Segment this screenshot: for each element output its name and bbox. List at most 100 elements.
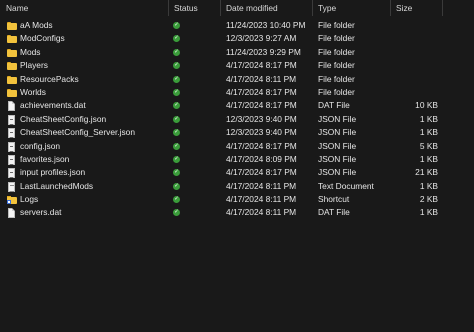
- file-name[interactable]: Logs: [20, 193, 168, 206]
- column-header-date-modified[interactable]: Date modified: [220, 0, 312, 16]
- file-type: JSON File: [318, 127, 357, 138]
- file-name[interactable]: favorites.json: [20, 153, 168, 166]
- status-check: ✓: [173, 75, 180, 83]
- folder-icon: [7, 75, 17, 85]
- status-check: ✓: [173, 22, 180, 29]
- json-file-icon: [7, 114, 17, 125]
- file-list: aA Mods ✓ 11/24/2023 10:40 PM File folder Mo…: [0, 19, 474, 220]
- file-type: JSON File: [318, 113, 357, 124]
- folder-icon: [7, 88, 17, 98]
- file-type: JSON File: [318, 167, 357, 178]
- status-check: ✓: [173, 169, 180, 177]
- column-divider[interactable]: [442, 0, 443, 16]
- file-row[interactable]: Worlds ✓ 4/17/2024 8:17 PM File folder: [0, 86, 474, 99]
- file-type: Shortcut: [318, 194, 350, 205]
- file-type: DAT File: [318, 100, 350, 111]
- file-name[interactable]: config.json: [20, 140, 168, 153]
- file-date-modified: 4/17/2024 8:17 PM: [226, 140, 297, 151]
- file-row[interactable]: aA Mods ✓ 11/24/2023 10:40 PM File folder: [0, 19, 474, 32]
- column-header-size[interactable]: Size: [390, 0, 442, 16]
- file-row[interactable]: ResourcePacks ✓ 4/17/2024 8:11 PM File fold…: [0, 73, 474, 86]
- file-row[interactable]: Mods ✓ 11/24/2023 9:29 PM File folder: [0, 46, 474, 59]
- file-date-modified: 4/17/2024 8:17 PM: [226, 86, 297, 97]
- file-type: File folder: [318, 20, 355, 30]
- json-file-icon: [7, 141, 17, 152]
- sort-indicator-icon: ⌃: [86, 0, 92, 5]
- file-row[interactable]: favorites.json ✓ 4/17/2024 8:09 PM JSON Fil…: [0, 153, 474, 166]
- file-date-modified: 12/3/2023 9:40 PM: [226, 127, 297, 138]
- file-size: 2 KB: [419, 194, 438, 205]
- file-row[interactable]: config.json ✓ 4/17/2024 8:17 PM JSON File 5 …: [0, 140, 474, 153]
- file-row[interactable]: input profiles.json ✓ 4/17/2024 8:17 PM JSO…: [0, 166, 474, 179]
- file-name[interactable]: ResourcePacks: [20, 73, 168, 86]
- sync-status-icon: ✓: [173, 46, 185, 59]
- file-date-modified: 4/17/2024 8:17 PM: [226, 60, 297, 71]
- sync-status-icon: ✓: [173, 59, 185, 72]
- file-date-modified: 4/17/2024 8:11 PM: [226, 73, 297, 84]
- file-date-modified: 12/3/2023 9:40 PM: [226, 113, 297, 124]
- file-type: File folder: [318, 60, 355, 71]
- file-row[interactable]: LastLaunchedMods ✓ 4/17/2024 8:11 PM Text D…: [0, 180, 474, 193]
- file-date-modified: 11/24/2023 9:29 PM: [226, 46, 301, 57]
- status-check: ✓: [173, 102, 180, 110]
- file-name[interactable]: aA Mods: [20, 19, 168, 32]
- status-check: ✓: [173, 155, 180, 163]
- file-size: 21 KB: [415, 167, 438, 178]
- file-size: [396, 59, 438, 72]
- shortcut-icon: [7, 195, 17, 205]
- file-type: JSON File: [318, 153, 357, 164]
- file-name[interactable]: achievements.dat: [20, 99, 168, 112]
- sync-status-icon: ✓: [173, 73, 185, 86]
- status-check: ✓: [173, 182, 180, 190]
- file-row[interactable]: Players ✓ 4/17/2024 8:17 PM File folder: [0, 59, 474, 72]
- column-header-name[interactable]: Name: [0, 0, 168, 16]
- file-size: 5 KB: [419, 140, 438, 151]
- file-name[interactable]: CheatSheetConfig.json: [20, 113, 168, 126]
- file-name[interactable]: CheatSheetConfig_Server.json: [20, 126, 168, 139]
- status-check: ✓: [173, 129, 180, 137]
- file-type: File folder: [318, 86, 355, 97]
- file-name[interactable]: ModConfigs: [20, 32, 168, 45]
- file-size: [396, 19, 438, 32]
- sync-status-icon: ✓: [173, 126, 185, 139]
- file-date-modified: 4/17/2024 8:09 PM: [226, 153, 297, 164]
- file-size: 1 KB: [419, 127, 438, 138]
- file-icon: [7, 101, 17, 112]
- file-row[interactable]: ModConfigs ✓ 12/3/2023 9:27 AM File folder: [0, 32, 474, 45]
- json-file-icon: [7, 154, 17, 165]
- column-header-status[interactable]: Status: [168, 0, 220, 16]
- file-name[interactable]: input profiles.json: [20, 166, 168, 179]
- file-date-modified: 12/3/2023 9:27 AM: [226, 33, 297, 44]
- status-check: ✓: [173, 35, 180, 43]
- sync-status-icon: ✓: [173, 180, 185, 193]
- folder-icon: [7, 61, 17, 71]
- file-name[interactable]: servers.dat: [20, 206, 168, 219]
- file-row[interactable]: servers.dat ✓ 4/17/2024 8:11 PM DAT File 1 K…: [0, 206, 474, 219]
- folder-icon: [7, 21, 17, 31]
- sync-status-icon: ✓: [173, 32, 185, 45]
- file-row[interactable]: Logs ✓ 4/17/2024 8:11 PM Shortcut 2 KB: [0, 193, 474, 206]
- folder-icon: [7, 48, 17, 58]
- file-row[interactable]: achievements.dat ✓ 4/17/2024 8:17 PM DAT Fi…: [0, 99, 474, 112]
- column-header-type[interactable]: Type: [312, 0, 390, 16]
- text-file-icon: [7, 181, 17, 192]
- file-type: File folder: [318, 46, 355, 57]
- file-type: DAT File: [318, 207, 350, 218]
- file-name[interactable]: Players: [20, 59, 168, 72]
- file-type: File folder: [318, 33, 355, 44]
- sync-status-icon: ✓: [173, 99, 185, 112]
- file-row[interactable]: CheatSheetConfig_Server.json ✓ 12/3/2023 9…: [0, 126, 474, 139]
- file-date-modified: 4/17/2024 8:17 PM: [226, 100, 297, 111]
- file-name[interactable]: LastLaunchedMods: [20, 180, 168, 193]
- sync-status-icon: ✓: [173, 113, 185, 126]
- file-date-modified: 4/17/2024 8:11 PM: [226, 194, 297, 205]
- file-name[interactable]: Mods: [20, 46, 168, 59]
- status-check: ✓: [173, 209, 180, 217]
- sync-status-icon: ✓: [173, 193, 185, 206]
- sync-status-icon: ✓: [173, 206, 185, 219]
- file-icon: [7, 208, 17, 219]
- file-name[interactable]: Worlds: [20, 86, 168, 99]
- file-size: 1 KB: [419, 113, 438, 124]
- file-row[interactable]: CheatSheetConfig.json ✓ 12/3/2023 9:40 PM J…: [0, 113, 474, 126]
- sync-status-icon: ✓: [173, 166, 185, 179]
